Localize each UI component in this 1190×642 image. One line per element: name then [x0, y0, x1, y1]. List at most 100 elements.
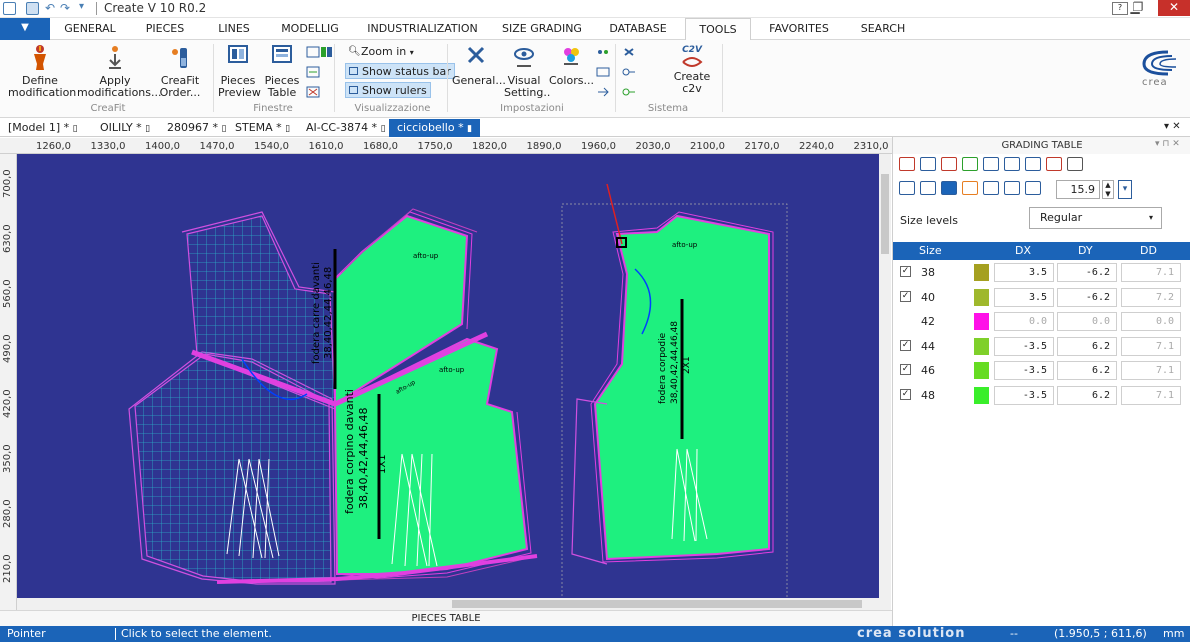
grading-row[interactable]: ✓ 44 -3.5 6.2 7.1	[893, 335, 1190, 359]
window-tile-icon[interactable]	[320, 46, 334, 58]
grade-curve-icon[interactable]	[920, 181, 936, 195]
doc-tab-280967[interactable]: 280967 * ▯	[167, 119, 226, 137]
redo-icon[interactable]: ↷	[60, 1, 70, 15]
restore-button[interactable]: ❐	[1124, 0, 1152, 16]
size-checkbox[interactable]: ✓	[900, 266, 911, 277]
window-option-icon[interactable]	[306, 46, 320, 58]
tab-search[interactable]: SEARCH	[855, 18, 911, 40]
doc-tab-oilily[interactable]: OILILY * ▯	[100, 119, 150, 137]
apply-modifications-button[interactable]: Apply modifications...	[77, 44, 162, 99]
show-status-bar-button[interactable]: Show status bar	[345, 63, 455, 79]
tab-lines[interactable]: LINES	[212, 18, 256, 40]
size-checkbox[interactable]: ✓	[900, 388, 911, 400]
vertical-scroll-thumb[interactable]	[881, 174, 889, 254]
settings-export-icon[interactable]	[596, 86, 610, 98]
grade-mirror-y-icon[interactable]	[1025, 157, 1041, 171]
dy-cell[interactable]: -6.2	[1057, 287, 1117, 307]
window-close-all-icon[interactable]	[306, 86, 320, 98]
grade-angle-icon[interactable]	[941, 181, 957, 195]
grade-mirror-x-icon[interactable]	[1004, 157, 1020, 171]
pieces-preview-button[interactable]: Pieces Preview	[218, 44, 261, 99]
doc-tab-stema[interactable]: STEMA * ▯	[235, 119, 290, 137]
size-color-swatch[interactable]	[974, 264, 989, 281]
doc-tabs-menu-icon[interactable]: ▾ ✕	[1164, 121, 1181, 132]
size-color-swatch[interactable]	[974, 362, 989, 379]
grade-xy-icon[interactable]	[983, 157, 999, 171]
tab-modellig[interactable]: MODELLIG	[275, 18, 345, 40]
grade-copy-icon[interactable]	[920, 157, 936, 171]
size-color-swatch[interactable]	[974, 337, 989, 355]
value-spinner[interactable]: ▲ ▼	[1102, 180, 1114, 199]
system-wrench-icon[interactable]	[622, 86, 636, 98]
define-modification-button[interactable]: Define modification	[8, 44, 76, 99]
tab-pieces[interactable]: PIECES	[140, 18, 190, 40]
dx-cell[interactable]: -3.5	[994, 361, 1054, 380]
system-key-icon[interactable]	[622, 66, 636, 78]
panel-pin-icon[interactable]: ▾ ⊓ ✕	[1155, 139, 1180, 149]
value-dropdown-icon[interactable]: ▾	[1118, 180, 1132, 199]
pieces-table-bar[interactable]: PIECES TABLE	[0, 610, 892, 626]
dd-cell[interactable]: 7.1	[1121, 361, 1181, 380]
system-tool-icon[interactable]	[622, 46, 636, 58]
dx-cell[interactable]: -3.5	[994, 385, 1054, 405]
dy-cell[interactable]: 6.2	[1057, 336, 1117, 356]
dx-cell[interactable]: 0.0	[994, 312, 1054, 331]
grade-plus-icon[interactable]	[1025, 181, 1041, 195]
doc-tab-ai-cc-3874[interactable]: AI-CC-3874 * ▯	[306, 119, 386, 137]
vertical-scrollbar[interactable]	[879, 154, 891, 610]
grade-chart-icon[interactable]	[899, 181, 915, 195]
grading-row[interactable]: ✓ 48 -3.5 6.2 7.1	[893, 384, 1190, 408]
save-icon[interactable]	[26, 2, 39, 15]
doc-tab-model1[interactable]: [Model 1] * ▯	[8, 119, 78, 137]
dd-cell[interactable]: 7.1	[1121, 336, 1181, 356]
doc-tab-cicciobello[interactable]: cicciobello * ▮	[389, 119, 481, 137]
drawing-canvas[interactable]: fodera carre davanti 38,40,42,44,46,48 f…	[17, 154, 879, 610]
grade-expand-icon[interactable]	[1004, 181, 1020, 195]
tab-tools[interactable]: TOOLS	[685, 18, 751, 40]
horizontal-scrollbar[interactable]	[17, 598, 879, 610]
show-rulers-button[interactable]: Show rulers	[345, 82, 431, 98]
grading-row[interactable]: ✓ 46 -3.5 6.2 7.1	[893, 359, 1190, 383]
dd-cell[interactable]: 0.0	[1121, 312, 1181, 331]
settings-dots-icon[interactable]	[596, 46, 610, 58]
grade-ruler-icon[interactable]	[962, 181, 978, 195]
grade-table-icon[interactable]	[983, 181, 999, 195]
window-cascade-icon[interactable]	[306, 66, 320, 78]
close-button[interactable]: ✕	[1158, 0, 1190, 16]
tab-size-grading[interactable]: SIZE GRADING	[500, 18, 584, 40]
visual-setting-button[interactable]: Visual Setting..	[504, 44, 550, 99]
file-menu-button[interactable]: ▼	[0, 18, 50, 40]
tab-industrialization[interactable]: INDUSTRIALIZATION	[365, 18, 480, 40]
create-c2v-button[interactable]: C2V Create c2v	[672, 44, 712, 95]
dx-cell[interactable]: 3.5	[994, 263, 1054, 282]
size-checkbox[interactable]: ✓	[900, 364, 911, 375]
tab-favorites[interactable]: FAVORITES	[766, 18, 832, 40]
dy-cell[interactable]: -6.2	[1057, 263, 1117, 282]
grading-value-input[interactable]: 15.9	[1056, 180, 1100, 199]
grade-sml-icon[interactable]	[1067, 157, 1083, 171]
pieces-table-button[interactable]: Pieces Table	[262, 44, 302, 99]
pattern-drawing[interactable]: fodera carre davanti 38,40,42,44,46,48 f…	[17, 154, 879, 610]
size-checkbox[interactable]: ✓	[900, 290, 911, 302]
general-settings-button[interactable]: General...	[452, 44, 506, 87]
size-checkbox[interactable]: ✓	[900, 339, 911, 351]
dy-cell[interactable]: 6.2	[1057, 385, 1117, 405]
settings-table-icon[interactable]	[596, 66, 610, 78]
zoom-in-button[interactable]: 🔍︎ Zoom in ▾	[345, 44, 417, 60]
grading-row[interactable]: 42 0.0 0.0 0.0	[893, 310, 1190, 334]
size-color-swatch[interactable]	[974, 313, 989, 330]
dd-cell[interactable]: 7.1	[1121, 385, 1181, 405]
dd-cell[interactable]: 7.1	[1121, 263, 1181, 282]
tab-database[interactable]: DATABASE	[603, 18, 673, 40]
horizontal-scroll-thumb[interactable]	[452, 600, 862, 608]
colors-button[interactable]: Colors...	[549, 44, 594, 87]
dx-cell[interactable]: -3.5	[994, 336, 1054, 356]
dy-cell[interactable]: 6.2	[1057, 361, 1117, 380]
size-levels-select[interactable]: Regular ▾	[1029, 207, 1162, 229]
dd-cell[interactable]: 7.2	[1121, 287, 1181, 307]
creafit-order-button[interactable]: CreaFit Order...	[158, 44, 202, 99]
grade-y-icon[interactable]	[962, 157, 978, 171]
undo-icon[interactable]: ↶	[45, 1, 55, 15]
dx-cell[interactable]: 3.5	[994, 287, 1054, 307]
grade-x-icon[interactable]	[941, 157, 957, 171]
